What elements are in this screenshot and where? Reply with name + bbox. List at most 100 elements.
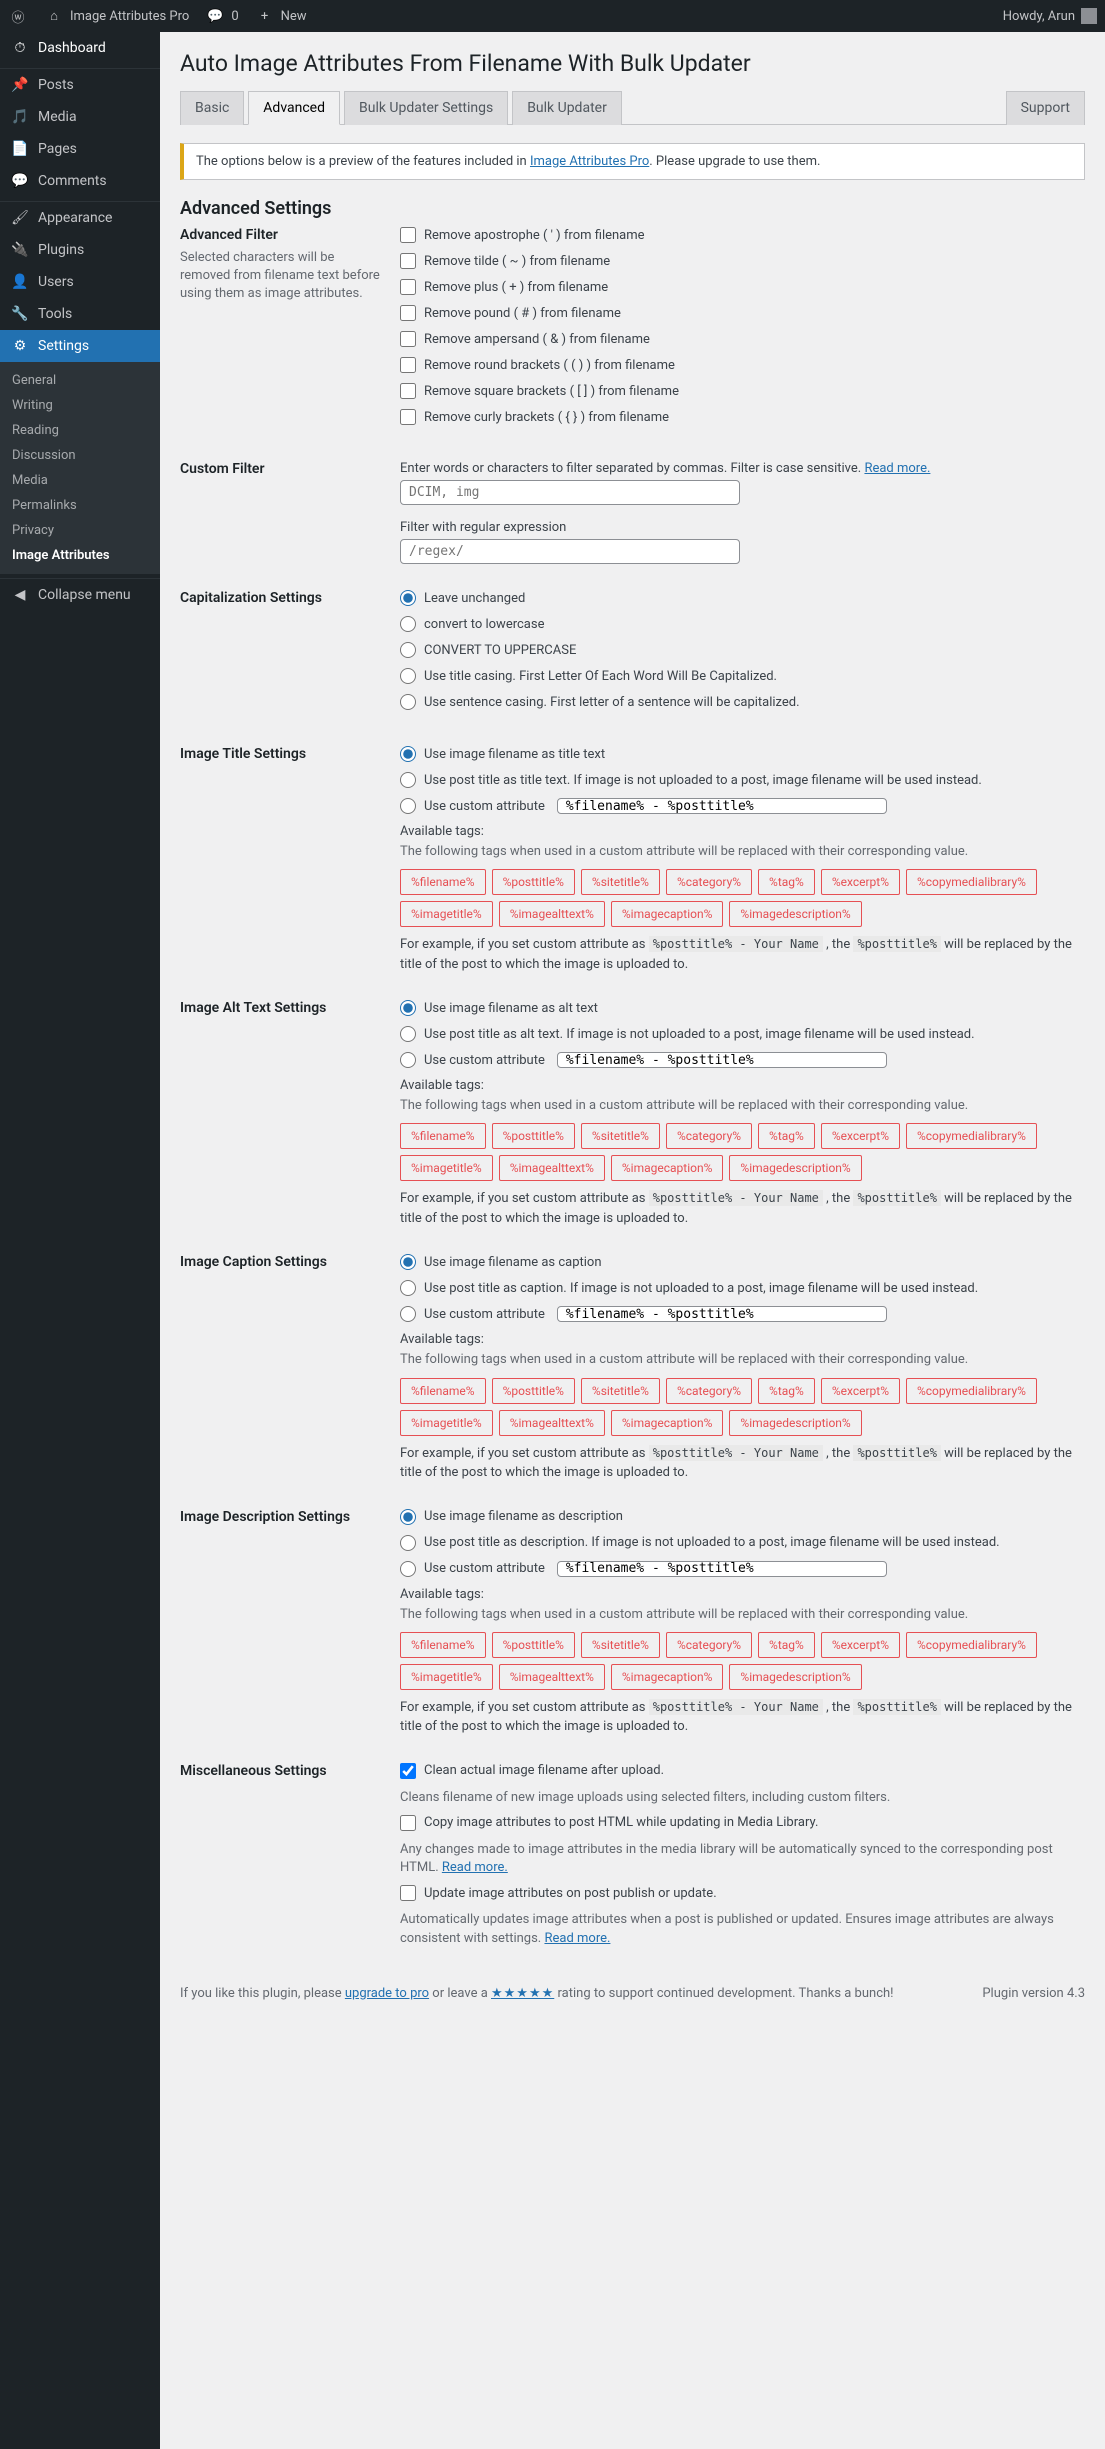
- menu-dashboard[interactable]: ⏱Dashboard: [0, 32, 160, 64]
- menu-posts[interactable]: 📌Posts: [0, 69, 160, 101]
- tag-button[interactable]: %imagetitle%: [400, 1155, 493, 1181]
- menu-media[interactable]: 🎵Media: [0, 101, 160, 133]
- tag-button[interactable]: %imagecaption%: [611, 1155, 724, 1181]
- submenu-writing[interactable]: Writing: [0, 393, 160, 418]
- cap-radio-1[interactable]: [400, 616, 416, 632]
- tag-button[interactable]: %imagealttext%: [499, 1155, 605, 1181]
- tag-button[interactable]: %tag%: [758, 1123, 815, 1149]
- wp-logo[interactable]: ⓦ: [8, 7, 28, 26]
- cap-radio-2[interactable]: [400, 642, 416, 658]
- comments-link[interactable]: 💬0: [205, 9, 238, 24]
- tag-button[interactable]: %imagetitle%: [400, 1664, 493, 1690]
- tag-button[interactable]: %category%: [666, 1123, 752, 1149]
- tag-button[interactable]: %excerpt%: [821, 1123, 900, 1149]
- sect-1-radio-custom[interactable]: [400, 1052, 416, 1068]
- submenu-privacy[interactable]: Privacy: [0, 518, 160, 543]
- misc-read-more-1[interactable]: Read more.: [442, 1860, 508, 1875]
- tag-button[interactable]: %imagetitle%: [400, 1410, 493, 1436]
- submenu-image-attributes[interactable]: Image Attributes: [0, 543, 160, 568]
- tag-button[interactable]: %imagealttext%: [499, 1410, 605, 1436]
- filter-checkbox-3[interactable]: [400, 305, 416, 321]
- new-link[interactable]: +New: [255, 9, 307, 24]
- tag-button[interactable]: %copymedialibrary%: [906, 1632, 1037, 1658]
- sect-2-custom-input[interactable]: [557, 1306, 887, 1322]
- tab-advanced[interactable]: Advanced: [248, 91, 340, 125]
- upgrade-link[interactable]: upgrade to pro: [345, 1986, 429, 2001]
- tag-button[interactable]: %imagedescription%: [729, 901, 861, 927]
- submenu-reading[interactable]: Reading: [0, 418, 160, 443]
- sect-1-radio-filename[interactable]: [400, 1000, 416, 1016]
- regex-filter-input[interactable]: [400, 539, 740, 564]
- submenu-permalinks[interactable]: Permalinks: [0, 493, 160, 518]
- filter-checkbox-1[interactable]: [400, 253, 416, 269]
- sect-2-radio-filename[interactable]: [400, 1254, 416, 1270]
- tag-button[interactable]: %imagecaption%: [611, 1410, 724, 1436]
- custom-filter-input[interactable]: [400, 480, 740, 505]
- sect-2-radio-custom[interactable]: [400, 1306, 416, 1322]
- tag-button[interactable]: %tag%: [758, 1378, 815, 1404]
- tag-button[interactable]: %imagecaption%: [611, 901, 724, 927]
- menu-appearance[interactable]: 🖌Appearance: [0, 202, 160, 234]
- collapse-menu[interactable]: ◀Collapse menu: [0, 579, 160, 611]
- menu-settings[interactable]: ⚙Settings: [0, 330, 160, 362]
- tag-button[interactable]: %copymedialibrary%: [906, 1123, 1037, 1149]
- tag-button[interactable]: %imagealttext%: [499, 1664, 605, 1690]
- tag-button[interactable]: %excerpt%: [821, 869, 900, 895]
- tag-button[interactable]: %category%: [666, 869, 752, 895]
- menu-users[interactable]: 👤Users: [0, 266, 160, 298]
- sect-3-custom-input[interactable]: [557, 1561, 887, 1577]
- tab-bulk-settings[interactable]: Bulk Updater Settings: [344, 91, 508, 125]
- filter-checkbox-2[interactable]: [400, 279, 416, 295]
- sect-3-radio-custom[interactable]: [400, 1561, 416, 1577]
- tag-button[interactable]: %filename%: [400, 1123, 486, 1149]
- cap-radio-4[interactable]: [400, 694, 416, 710]
- tag-button[interactable]: %filename%: [400, 1632, 486, 1658]
- tag-button[interactable]: %sitetitle%: [581, 1123, 660, 1149]
- sect-3-radio-posttitle[interactable]: [400, 1535, 416, 1551]
- filter-checkbox-6[interactable]: [400, 383, 416, 399]
- howdy-link[interactable]: Howdy, Arun: [1003, 8, 1097, 24]
- tag-button[interactable]: %copymedialibrary%: [906, 1378, 1037, 1404]
- tag-button[interactable]: %posttitle%: [492, 869, 575, 895]
- tag-button[interactable]: %imagedescription%: [729, 1410, 861, 1436]
- tag-button[interactable]: %tag%: [758, 869, 815, 895]
- cap-radio-3[interactable]: [400, 668, 416, 684]
- filter-checkbox-0[interactable]: [400, 227, 416, 243]
- tag-button[interactable]: %sitetitle%: [581, 869, 660, 895]
- tag-button[interactable]: %filename%: [400, 1378, 486, 1404]
- misc-read-more-2[interactable]: Read more.: [544, 1931, 610, 1946]
- sect-0-radio-posttitle[interactable]: [400, 772, 416, 788]
- menu-comments[interactable]: 💬Comments: [0, 165, 160, 197]
- misc-clean-checkbox[interactable]: [400, 1763, 416, 1779]
- tag-button[interactable]: %sitetitle%: [581, 1378, 660, 1404]
- misc-copy-checkbox[interactable]: [400, 1815, 416, 1831]
- tag-button[interactable]: %tag%: [758, 1632, 815, 1658]
- site-link[interactable]: ⌂Image Attributes Pro: [44, 8, 189, 24]
- tab-basic[interactable]: Basic: [180, 91, 244, 125]
- sect-0-custom-input[interactable]: [557, 798, 887, 814]
- rating-link[interactable]: ★★★★★: [491, 1986, 554, 2001]
- tag-button[interactable]: %excerpt%: [821, 1378, 900, 1404]
- submenu-general[interactable]: General: [0, 368, 160, 393]
- sect-1-radio-posttitle[interactable]: [400, 1026, 416, 1042]
- custom-read-more[interactable]: Read more.: [864, 461, 930, 476]
- menu-pages[interactable]: 📄Pages: [0, 133, 160, 165]
- menu-plugins[interactable]: 🔌Plugins: [0, 234, 160, 266]
- tag-button[interactable]: %posttitle%: [492, 1378, 575, 1404]
- tab-bulk-updater[interactable]: Bulk Updater: [512, 91, 622, 125]
- tag-button[interactable]: %category%: [666, 1632, 752, 1658]
- sect-0-radio-filename[interactable]: [400, 746, 416, 762]
- tag-button[interactable]: %imagealttext%: [499, 901, 605, 927]
- tag-button[interactable]: %imagecaption%: [611, 1664, 724, 1690]
- cap-radio-0[interactable]: [400, 590, 416, 606]
- sect-1-custom-input[interactable]: [557, 1052, 887, 1068]
- notice-link[interactable]: Image Attributes Pro: [530, 154, 649, 169]
- filter-checkbox-4[interactable]: [400, 331, 416, 347]
- sect-2-radio-posttitle[interactable]: [400, 1280, 416, 1296]
- tab-support[interactable]: Support: [1006, 91, 1085, 125]
- filter-checkbox-5[interactable]: [400, 357, 416, 373]
- tag-button[interactable]: %imagedescription%: [729, 1155, 861, 1181]
- submenu-discussion[interactable]: Discussion: [0, 443, 160, 468]
- tag-button[interactable]: %copymedialibrary%: [906, 869, 1037, 895]
- sect-0-radio-custom[interactable]: [400, 798, 416, 814]
